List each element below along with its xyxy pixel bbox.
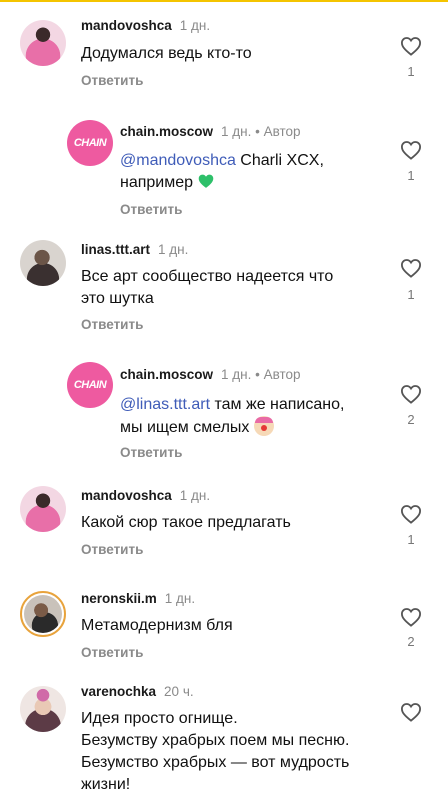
comment-text: @linas.ttt.art там же написано, мы ищем … — [120, 396, 345, 436]
comment-meta: mandovoshca 1 дн. — [81, 18, 210, 33]
reply-button[interactable]: Ответить — [81, 73, 143, 88]
like-count: 1 — [407, 532, 415, 547]
comment-text: Метамодернизм бля — [81, 617, 233, 634]
timestamp: 20 ч. — [164, 684, 194, 699]
mention-link[interactable]: @mandovoshca — [120, 152, 236, 169]
username[interactable]: linas.ttt.art — [81, 242, 150, 257]
author-badge: • Автор — [255, 367, 301, 382]
comment-meta: neronskii.m 1 дн. — [81, 591, 195, 606]
top-accent-line — [0, 0, 448, 2]
heart-outline-icon[interactable] — [400, 607, 422, 627]
timestamp: 1 дн. — [221, 367, 252, 382]
like-count: 1 — [407, 287, 415, 302]
comment-meta: chain.moscow 1 дн. • Автор — [120, 367, 301, 382]
timestamp: 1 дн. — [179, 488, 211, 503]
username[interactable]: chain.moscow — [120, 367, 213, 382]
comment-meta: linas.ttt.art 1 дн. — [81, 242, 188, 257]
avatar[interactable]: CHAIN — [67, 362, 113, 408]
avatar[interactable] — [20, 240, 66, 286]
avatar-photo — [24, 595, 62, 633]
timestamp: 1 дн. — [179, 18, 211, 33]
heart-outline-icon[interactable] — [400, 384, 422, 404]
reply-button[interactable]: Ответить — [81, 542, 143, 557]
username[interactable]: mandovoshca — [81, 18, 172, 33]
mention-link[interactable]: @linas.ttt.art — [120, 396, 210, 413]
green-heart-emoji-icon — [199, 174, 214, 188]
like-count: 1 — [407, 64, 415, 79]
heart-outline-icon[interactable] — [400, 702, 422, 722]
comment-text: Идея просто огнище. Безумству храбрых по… — [81, 710, 350, 793]
chain-logo: CHAIN — [73, 137, 107, 149]
comment-text: Какой сюр такое предлагать — [81, 514, 291, 531]
timestamp: 1 дн. — [221, 124, 252, 139]
username[interactable]: mandovoshca — [81, 488, 172, 503]
like-count: 2 — [407, 412, 415, 427]
avatar[interactable]: CHAIN — [67, 120, 113, 166]
comment-meta: varenochka 20 ч. — [81, 684, 194, 699]
like-count: 1 — [407, 168, 415, 183]
comment-text: @mandovoshca Charli XCX, например — [120, 152, 324, 191]
avatar[interactable] — [20, 486, 66, 532]
author-badge: • Автор — [255, 124, 301, 139]
comment-meta: mandovoshca 1 дн. — [81, 488, 210, 503]
username[interactable]: chain.moscow — [120, 124, 213, 139]
timestamp: 1 дн. — [164, 591, 196, 606]
chain-logo: CHAIN — [73, 379, 107, 391]
avatar[interactable] — [20, 591, 66, 637]
clown-face-emoji-icon — [253, 416, 274, 436]
reply-button[interactable]: Ответить — [81, 317, 143, 332]
timestamp: 1 дн. — [158, 242, 189, 257]
avatar[interactable] — [20, 20, 66, 66]
username[interactable]: neronskii.m — [81, 591, 157, 606]
comment-text: Все арт сообщество надеется что это шутк… — [81, 268, 334, 307]
like-count: 2 — [407, 634, 415, 649]
reply-button[interactable]: Ответить — [120, 202, 182, 217]
comment-meta: chain.moscow 1 дн. • Автор — [120, 124, 301, 139]
reply-button[interactable]: Ответить — [120, 445, 182, 460]
avatar[interactable] — [20, 686, 66, 732]
heart-outline-icon[interactable] — [400, 140, 422, 160]
reply-button[interactable]: Ответить — [81, 645, 143, 660]
heart-outline-icon[interactable] — [400, 504, 422, 524]
heart-outline-icon[interactable] — [400, 36, 422, 56]
comment-text: Додумался ведь кто-то — [81, 45, 252, 62]
username[interactable]: varenochka — [81, 684, 156, 699]
heart-outline-icon[interactable] — [400, 258, 422, 278]
